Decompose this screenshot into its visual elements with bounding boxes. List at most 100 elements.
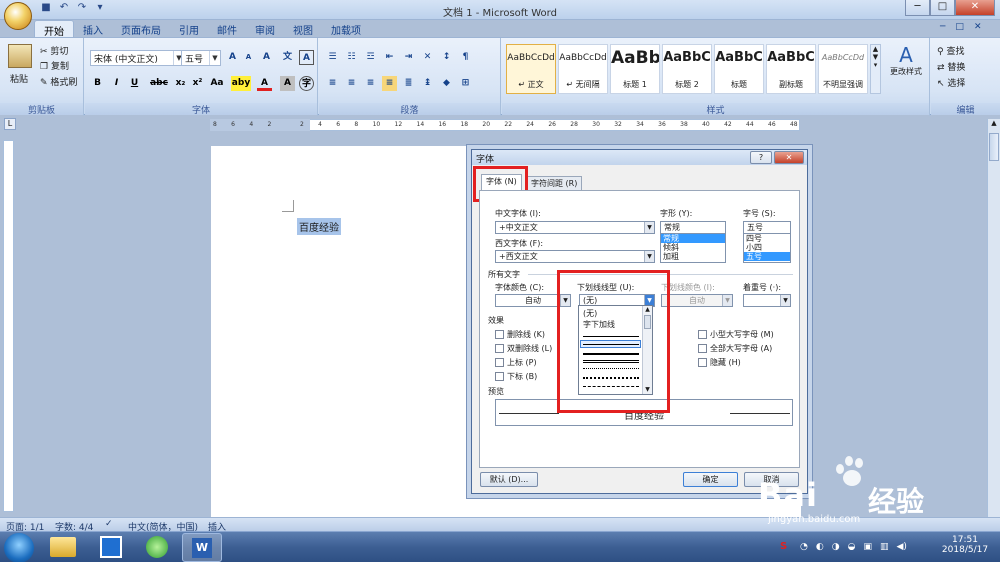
chevron-down-icon[interactable]: ▼ — [722, 295, 732, 306]
font-size-list[interactable]: 四号 小四 五号 — [743, 233, 791, 263]
font-name-combo[interactable]: 宋体 (中文正文) ▼ — [90, 50, 185, 66]
minimize-button[interactable]: ─ — [905, 0, 930, 16]
start-button[interactable] — [4, 533, 34, 562]
ime-indicator[interactable]: S — [780, 541, 787, 552]
format-painter-button[interactable]: ✎ 格式刷 — [40, 75, 77, 88]
show-marks-icon[interactable]: ¶ — [458, 50, 473, 65]
default-button[interactable]: 默认 (D)... — [480, 472, 538, 487]
tab-mailings[interactable]: 邮件 — [208, 20, 246, 38]
close-button[interactable]: ✕ — [955, 0, 995, 16]
help-button[interactable]: ? — [750, 151, 772, 164]
chevron-down-icon[interactable]: ▼ — [644, 222, 654, 233]
west-font-select[interactable]: +西文正文 ▼ — [495, 250, 655, 263]
list-item[interactable]: 常规 — [661, 234, 725, 243]
asian-layout-icon[interactable]: ✕ — [420, 50, 435, 65]
line-spacing-icon[interactable]: ↨ — [420, 76, 435, 91]
subscript-option[interactable]: 下标 (B) — [495, 371, 537, 382]
all-caps-option[interactable]: 全部大写字母 (A) — [698, 343, 772, 354]
underline-icon[interactable]: U — [127, 76, 142, 91]
bullets-icon[interactable]: ☰ — [325, 50, 340, 65]
style-heading-1[interactable]: AaBb 标题 1 — [610, 44, 660, 94]
bold-icon[interactable]: B — [90, 76, 105, 91]
browser-taskbar-icon[interactable] — [146, 536, 168, 558]
shading-icon[interactable]: ◆ — [439, 76, 454, 91]
ribbon-close-button[interactable]: ✕ — [974, 22, 982, 32]
font-size-combo[interactable]: 五号 ▼ — [181, 50, 221, 66]
checkbox[interactable] — [495, 358, 504, 367]
enclose-char-icon[interactable]: 字 — [299, 76, 314, 91]
vertical-scrollbar[interactable]: ▲ — [987, 119, 1000, 519]
small-caps-option[interactable]: 小型大写字母 (M) — [698, 329, 774, 340]
align-right-icon[interactable]: ≡ — [363, 76, 378, 91]
increase-indent-icon[interactable]: ⇥ — [401, 50, 416, 65]
justify-icon[interactable]: ≡ — [382, 76, 397, 91]
style-title[interactable]: AaBbC 标题 — [714, 44, 764, 94]
tray-icon[interactable]: ◐ — [816, 542, 824, 552]
undo-icon[interactable]: ↶ — [56, 2, 72, 17]
clock[interactable]: 17:51 2018/5/17 — [940, 535, 990, 555]
style-no-spacing[interactable]: AaBbCcDd ↵ 无间隔 — [558, 44, 608, 94]
copy-button[interactable]: ❐ 复制 — [40, 59, 69, 72]
word-taskbar-button[interactable]: W — [182, 533, 222, 562]
tab-addins[interactable]: 加载项 — [322, 20, 370, 38]
network-icon[interactable]: ▥ — [880, 542, 889, 552]
grow-font-icon[interactable]: A — [225, 50, 240, 65]
tray-icon[interactable]: ◔ — [800, 542, 808, 552]
tray-icon[interactable]: ◒ — [848, 542, 856, 552]
chevron-down-icon[interactable]: ▼ — [780, 295, 790, 306]
list-item[interactable]: 加粗 — [661, 252, 725, 261]
ribbon-minimize-button[interactable]: ─ — [940, 22, 945, 32]
sort-icon[interactable]: ↕ — [439, 50, 454, 65]
checkbox[interactable] — [495, 330, 504, 339]
scroll-up-icon[interactable]: ▲ — [988, 119, 1000, 131]
char-border-icon[interactable]: A — [299, 50, 314, 65]
hidden-option[interactable]: 隐藏 (H) — [698, 357, 741, 368]
style-subtle-emphasis[interactable]: AaBbCcDd 不明显强调 — [818, 44, 868, 94]
emphasis-select[interactable]: ▼ — [743, 294, 791, 307]
checkbox[interactable] — [698, 358, 707, 367]
redo-icon[interactable]: ↷ — [74, 2, 90, 17]
tab-home[interactable]: 开始 — [34, 20, 74, 38]
align-center-icon[interactable]: ≡ — [344, 76, 359, 91]
tab-page-layout[interactable]: 页面布局 — [112, 20, 170, 38]
vertical-ruler[interactable] — [3, 140, 14, 512]
multilevel-icon[interactable]: ☲ — [363, 50, 378, 65]
decrease-indent-icon[interactable]: ⇤ — [382, 50, 397, 65]
underline-color-select[interactable]: 自动 ▼ — [661, 294, 733, 307]
align-left-icon[interactable]: ≡ — [325, 76, 340, 91]
char-shading-icon[interactable]: A — [280, 76, 295, 91]
customize-qat-icon[interactable]: ▾ — [92, 2, 108, 17]
app-taskbar-icon[interactable] — [100, 536, 122, 558]
list-item[interactable]: 四号 — [744, 234, 790, 243]
proofing-icon[interactable]: ✓ — [105, 519, 113, 529]
superscript-icon[interactable]: x² — [190, 76, 205, 91]
style-subtitle[interactable]: AaBbC 副标题 — [766, 44, 816, 94]
paste-icon[interactable] — [8, 44, 32, 68]
italic-icon[interactable]: I — [109, 76, 124, 91]
select-button[interactable]: ↖ 选择 — [937, 76, 965, 89]
style-heading-2[interactable]: AaBbC 标题 2 — [662, 44, 712, 94]
checkbox[interactable] — [495, 372, 504, 381]
list-item[interactable]: 倾斜 — [661, 243, 725, 252]
shrink-font-icon[interactable]: A — [241, 50, 256, 65]
numbering-icon[interactable]: ☷ — [344, 50, 359, 65]
list-item[interactable]: 五号 — [744, 252, 790, 261]
style-normal[interactable]: AaBbCcDd ↵ 正文 — [506, 44, 556, 94]
superscript-option[interactable]: 上标 (P) — [495, 357, 537, 368]
tray-icon[interactable]: ▣ — [863, 542, 872, 552]
cn-font-select[interactable]: +中文正文 ▼ — [495, 221, 655, 234]
checkbox[interactable] — [698, 344, 707, 353]
chevron-down-icon[interactable]: ▼ — [644, 251, 654, 262]
office-button[interactable] — [4, 2, 32, 30]
tab-selector[interactable]: L — [4, 118, 16, 130]
font-style-list[interactable]: 常规 倾斜 加粗 — [660, 233, 726, 263]
borders-icon[interactable]: ⊞ — [458, 76, 473, 91]
paste-button[interactable]: 粘贴 — [10, 72, 28, 85]
ok-button[interactable]: 确定 — [683, 472, 738, 487]
maximize-button[interactable]: □ — [930, 0, 955, 16]
change-styles-button[interactable]: A 更改样式 — [887, 44, 925, 77]
save-icon[interactable]: ■ — [38, 2, 54, 17]
strikethrough-icon[interactable]: abc — [149, 76, 169, 91]
cut-button[interactable]: ✂ 剪切 — [40, 44, 68, 57]
volume-icon[interactable]: ◀) — [896, 542, 906, 552]
